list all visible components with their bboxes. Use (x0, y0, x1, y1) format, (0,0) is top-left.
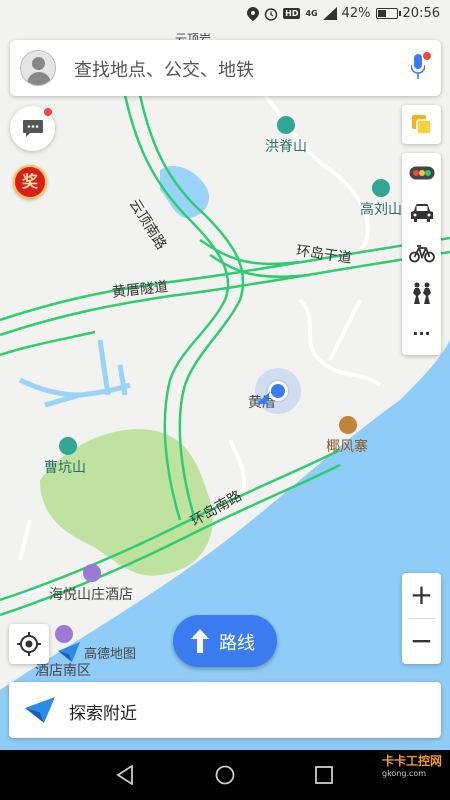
hotel-icon (83, 564, 101, 582)
search-bar[interactable]: 查找地点、公交、地铁 (10, 40, 441, 96)
layers-icon (412, 115, 432, 135)
place-label-caokengshan[interactable]: 曹坑山 (44, 457, 86, 477)
traffic-light-icon (409, 166, 434, 180)
map-tools-panel: ··· (402, 153, 441, 355)
clock: 20:56 (402, 6, 440, 21)
road-west (0, 330, 96, 357)
battery-icon (375, 8, 401, 19)
layer-button[interactable] (402, 105, 441, 144)
arrow-up-icon (191, 629, 209, 653)
explore-nearby-bar[interactable]: 探索附近 (9, 682, 441, 738)
zoom-control: + − (402, 573, 441, 664)
road-huandao-trunk (0, 236, 450, 322)
home-icon[interactable] (215, 765, 235, 785)
direction-arrow-icon (256, 392, 270, 404)
send-arrow-icon (25, 697, 55, 723)
place-label-hongjishan[interactable]: 洪脊山 (265, 136, 307, 156)
mountain-icon (59, 437, 77, 455)
amap-brand-text: 高德地图 (84, 646, 137, 662)
status-bar: HD 4G 42% 20:56 (0, 0, 450, 32)
network-type: 4G (305, 9, 318, 18)
back-icon[interactable] (116, 765, 134, 785)
hd-badge: HD (283, 8, 301, 19)
cycling-mode-button[interactable] (402, 233, 441, 273)
watermark: 卡卡工控网 gkong.com (382, 752, 442, 778)
mic-notification-dot (423, 52, 431, 60)
mountain-icon (277, 116, 295, 134)
alarm-icon (264, 7, 278, 21)
route-button-label: 路线 (219, 633, 255, 654)
reward-button[interactable]: 奖 (13, 165, 47, 199)
drive-mode-button[interactable] (402, 193, 441, 233)
recents-icon[interactable] (315, 766, 333, 784)
explore-nearby-label: 探索附近 (69, 704, 137, 724)
walking-people-icon (412, 282, 431, 304)
minor-roads-2 (258, 88, 371, 252)
message-notification-dot (44, 108, 52, 116)
hotel-icon (55, 625, 73, 643)
zoom-out-button[interactable]: − (402, 619, 441, 664)
attraction-icon (339, 416, 357, 434)
zoom-in-button[interactable]: + (402, 573, 441, 618)
mountain-icon (372, 179, 390, 197)
bicycle-icon (408, 245, 435, 263)
watermark-url: gkong.com (381, 769, 427, 778)
place-label-yefengzhai[interactable]: 椰风寨 (326, 436, 368, 456)
place-label-haiyue-hotel[interactable]: 海悦山庄酒店 (49, 584, 133, 604)
car-icon (410, 204, 433, 222)
walking-mode-button[interactable] (402, 273, 441, 313)
signal-icon (322, 7, 337, 20)
location-pin-icon (247, 6, 260, 21)
message-button[interactable] (10, 106, 55, 151)
amap-logo: 高德地图 (58, 642, 136, 662)
traffic-toggle[interactable] (402, 153, 441, 193)
locate-me-button[interactable] (9, 624, 49, 664)
avatar[interactable] (20, 50, 56, 86)
more-tools-button[interactable]: ··· (402, 313, 441, 353)
road-connector (199, 238, 311, 279)
search-input[interactable]: 查找地点、公交、地铁 (74, 56, 254, 82)
amap-logo-icon (58, 642, 80, 662)
battery-percent: 42% (341, 6, 371, 21)
route-button[interactable]: 路线 (173, 615, 277, 667)
stream (18, 339, 131, 408)
chat-icon (23, 120, 43, 137)
place-label-gaoliushan[interactable]: 高刘山 (360, 199, 402, 219)
crosshair-icon (17, 632, 41, 656)
watermark-title: 卡卡工控网 (381, 754, 442, 768)
